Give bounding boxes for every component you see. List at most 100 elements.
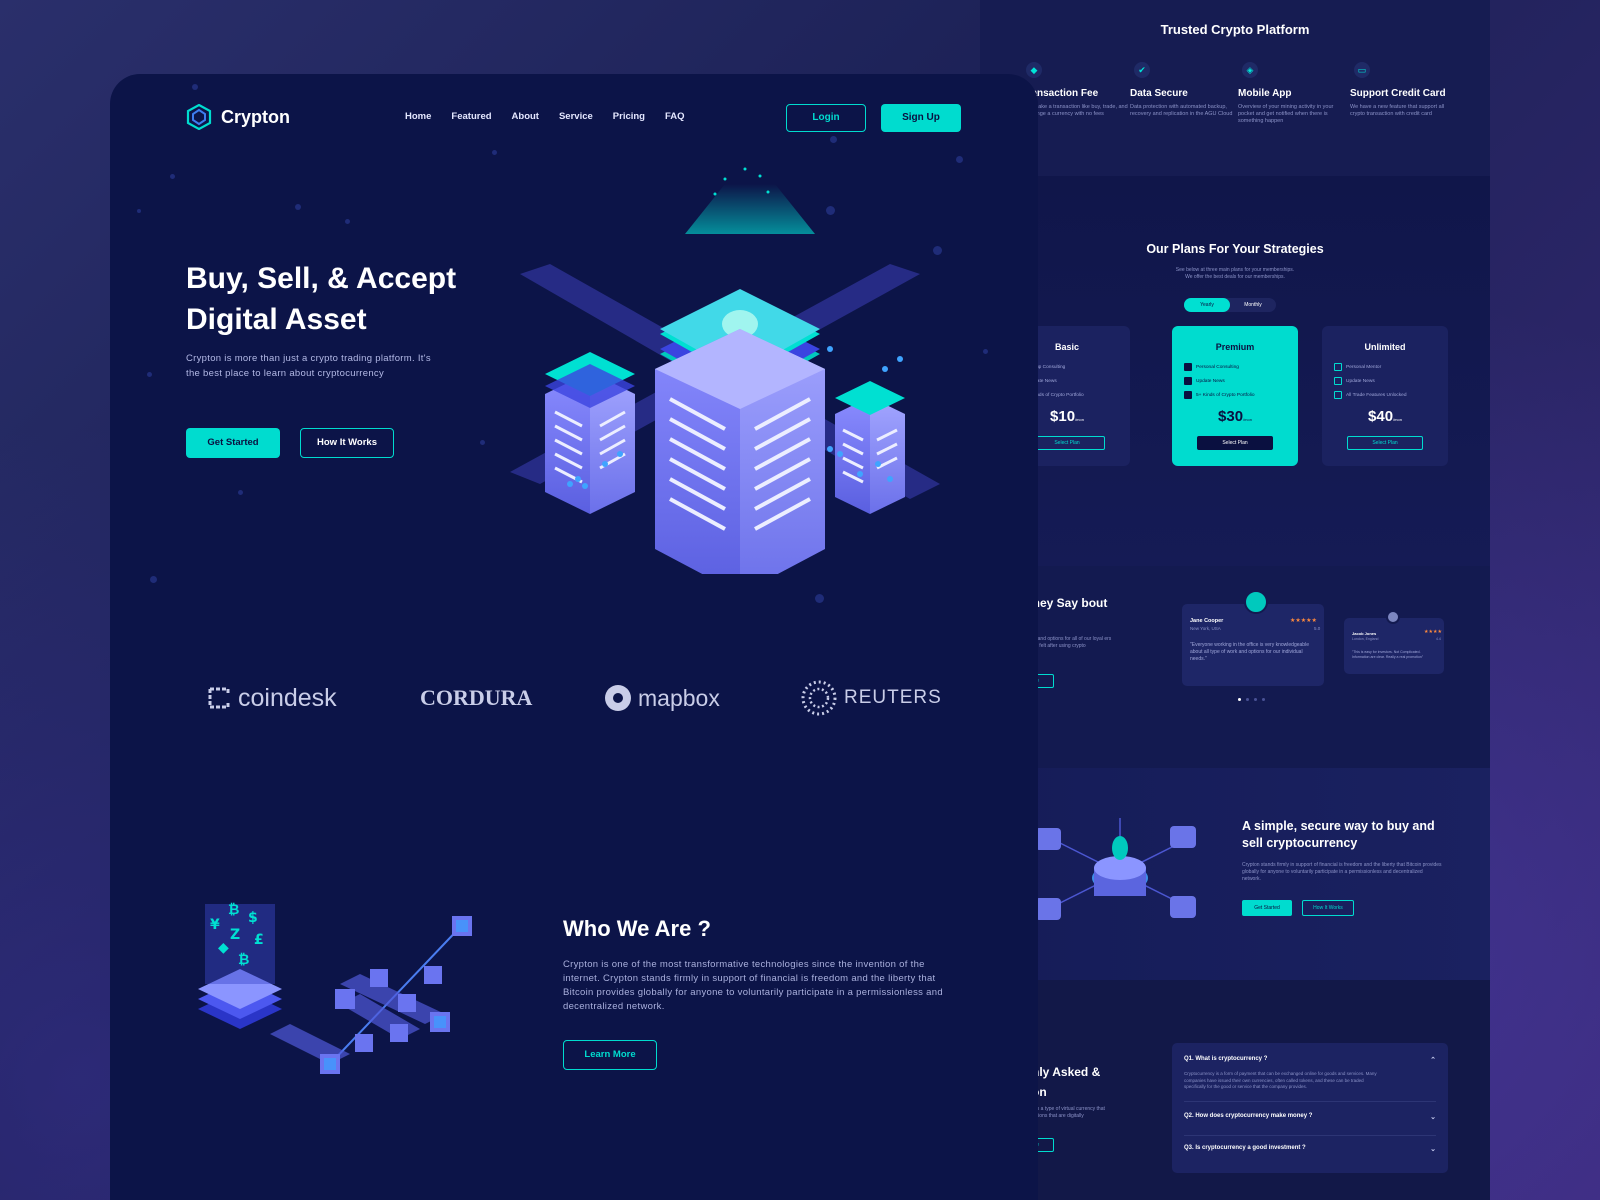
partner-coindesk: coindesk — [206, 678, 337, 718]
brand-name: Crypton — [221, 106, 290, 127]
partner-name: CORDURA — [420, 685, 533, 710]
plans-subtitle-line: We offer the best deals for our membersh… — [1185, 274, 1285, 280]
server-illustration — [510, 167, 940, 574]
plan-feature: Personal Consulting — [1184, 360, 1255, 374]
who-we-are-text: Crypton is one of the most transformativ… — [563, 959, 943, 1012]
nav-pricing[interactable]: Pricing — [613, 111, 645, 122]
who-we-are-title: Who We Are ? — [563, 916, 711, 941]
testimonial-card: Jacob Jones London, England ★★★★ 4.4 "Th… — [1344, 618, 1444, 674]
plan-feature: All Trade Features Unlocked — [1334, 388, 1407, 402]
faq-question-2[interactable]: Q2. How does cryptocurrency make money ?… — [1184, 1113, 1436, 1121]
plan-feature: Update News — [1184, 374, 1255, 388]
plan-features: Personal Consulting Update News 5+ Kinds… — [1184, 360, 1255, 402]
price-value: $40 — [1368, 408, 1394, 425]
avatar — [1244, 590, 1268, 614]
how-it-works-button[interactable]: How It Works — [300, 428, 394, 458]
plans-subtitle: See below at three main plans for your m… — [980, 267, 1490, 281]
get-started-button[interactable]: Get Started — [186, 428, 280, 458]
nav-featured[interactable]: Featured — [451, 111, 491, 122]
chevron-up-icon: ⌃ — [1430, 1057, 1436, 1064]
select-plan-button[interactable]: Select Plan — [1197, 436, 1273, 450]
feature-title: Mobile App — [1238, 88, 1292, 99]
signup-button[interactable]: Sign Up — [881, 104, 961, 132]
feature-desc: Can make a transaction like buy, trade, … — [1022, 104, 1128, 117]
plan-price: $30/mon — [1172, 408, 1298, 425]
trust-title: Trusted Crypto Platform — [1160, 22, 1310, 37]
hero-subtitle: Crypton is more than just a crypto tradi… — [186, 353, 431, 379]
price-value: $30 — [1218, 408, 1244, 425]
login-button[interactable]: Login — [786, 104, 866, 132]
tag-icon: ◆ — [1026, 62, 1042, 78]
faq-section: equenly Asked & uestion ryptocurrency is… — [980, 980, 1490, 1200]
toggle-monthly[interactable]: Monthly — [1230, 298, 1276, 312]
plans-subtitle-line: See below at three main plans for your m… — [1175, 267, 1295, 273]
divider — [1184, 1135, 1436, 1136]
price-value: $10 — [1050, 408, 1076, 425]
svg-text:₿: ₿ — [238, 952, 249, 968]
nav-home[interactable]: Home — [405, 111, 431, 122]
how-it-works-button[interactable]: How It Works — [1302, 900, 1354, 916]
svg-text:$: $ — [248, 910, 258, 926]
carousel-dot[interactable] — [1246, 698, 1249, 701]
select-plan-button[interactable]: Select Plan — [1347, 436, 1423, 450]
plan-name: Premium — [1215, 342, 1255, 352]
mapbox-icon — [605, 685, 631, 711]
svg-text:Z: Z — [230, 927, 240, 943]
coindesk-icon — [208, 687, 230, 709]
partner-name: REUTERS — [844, 687, 942, 708]
price-unit: /mon — [1075, 417, 1084, 422]
feature-data-secure: ✔ Data Secure Data protection with autom… — [1130, 62, 1240, 118]
main-nav: Home Featured About Service Pricing FAQ — [405, 111, 685, 122]
carousel-dot[interactable] — [1262, 698, 1265, 701]
feature-transaction-fee: ◆ Transaction Fee Can make a transaction… — [1022, 62, 1132, 118]
plan-card-premium: Premium Personal Consulting Update News … — [1172, 326, 1298, 466]
nav-faq[interactable]: FAQ — [665, 111, 685, 122]
carousel-dot[interactable] — [1254, 698, 1257, 701]
faq-question-text: Q1. What is cryptocurrency ? — [1184, 1056, 1268, 1062]
network-illustration — [1035, 818, 1196, 920]
testimonials-section: hat They Say bout Us ervices gained and … — [980, 566, 1490, 768]
rating-value: 4.4 — [1436, 637, 1441, 641]
reviewer-location: New York, USA — [1190, 626, 1221, 631]
faq-question-3[interactable]: Q3. Is cryptocurrency a good investment … — [1184, 1145, 1436, 1153]
blockchain-illustration: ¥ ₿ $ Z £ ◆ ₿ — [198, 902, 472, 1074]
main-page: Crypton Home Featured About Service Pric… — [110, 74, 1038, 1200]
reviewer-location: London, England — [1352, 637, 1379, 641]
faq-question-text: Q3. Is cryptocurrency a good investment … — [1184, 1145, 1306, 1151]
faq-question-1[interactable]: Q1. What is cryptocurrency ? ⌃ — [1184, 1056, 1436, 1064]
partner-name: mapbox — [638, 684, 720, 711]
plan-feature: Update News — [1334, 374, 1407, 388]
brand-logo[interactable]: Crypton — [186, 104, 290, 130]
plan-price: $40/mon — [1322, 408, 1448, 425]
partner-cordura: CORDURA — [420, 678, 532, 718]
rating-value: 5.0 — [1314, 626, 1321, 631]
carousel-dot[interactable] — [1238, 698, 1241, 701]
plan-feature: Personal Mentor — [1334, 360, 1407, 374]
get-started-button[interactable]: Get Started — [1242, 900, 1292, 916]
toggle-yearly[interactable]: Yearly — [1184, 298, 1230, 312]
plan-features: Personal Mentor Update News All Trade Fe… — [1334, 360, 1407, 402]
select-plan-button[interactable]: Select Plan — [1029, 436, 1105, 450]
price-unit: /mon — [1393, 417, 1402, 422]
hero-title: Buy, Sell, & Accept Digital Asset — [186, 262, 457, 336]
testimonial-quote: "This is easy for investors. Not Complic… — [1352, 650, 1424, 659]
learn-more-button[interactable]: Learn More — [563, 1040, 657, 1070]
svg-text:¥: ¥ — [210, 917, 220, 933]
carousel-dots[interactable] — [1238, 698, 1265, 701]
reviewer-name: Jane Cooper — [1190, 618, 1224, 624]
reuters-icon — [801, 680, 837, 716]
svg-text:◆: ◆ — [218, 940, 229, 956]
credit-card-icon: ▭ — [1354, 62, 1370, 78]
plans-title: Our Plans For Your Strategies — [1146, 242, 1324, 256]
nav-about[interactable]: About — [512, 111, 539, 122]
chevron-down-icon: ⌄ — [1430, 1146, 1436, 1153]
simple-secure-section: A simple, secure way to buy and sell cry… — [980, 768, 1490, 980]
billing-toggle[interactable]: Yearly Monthly — [1184, 298, 1276, 312]
rating-stars: ★★★★★ — [1290, 618, 1317, 624]
feature-desc: Overview of your mining activity in your… — [1238, 104, 1334, 124]
simple-title: A simple, secure way to buy and sell cry… — [1242, 819, 1435, 850]
nav-service[interactable]: Service — [559, 111, 593, 122]
faq-accordion: Q1. What is cryptocurrency ? ⌃ Cryptocurr… — [1172, 1043, 1448, 1173]
testimonial-quote: "Everyone working in the office is very … — [1190, 642, 1309, 662]
plans-section: Our Plans For Your Strategies See below … — [980, 176, 1490, 566]
